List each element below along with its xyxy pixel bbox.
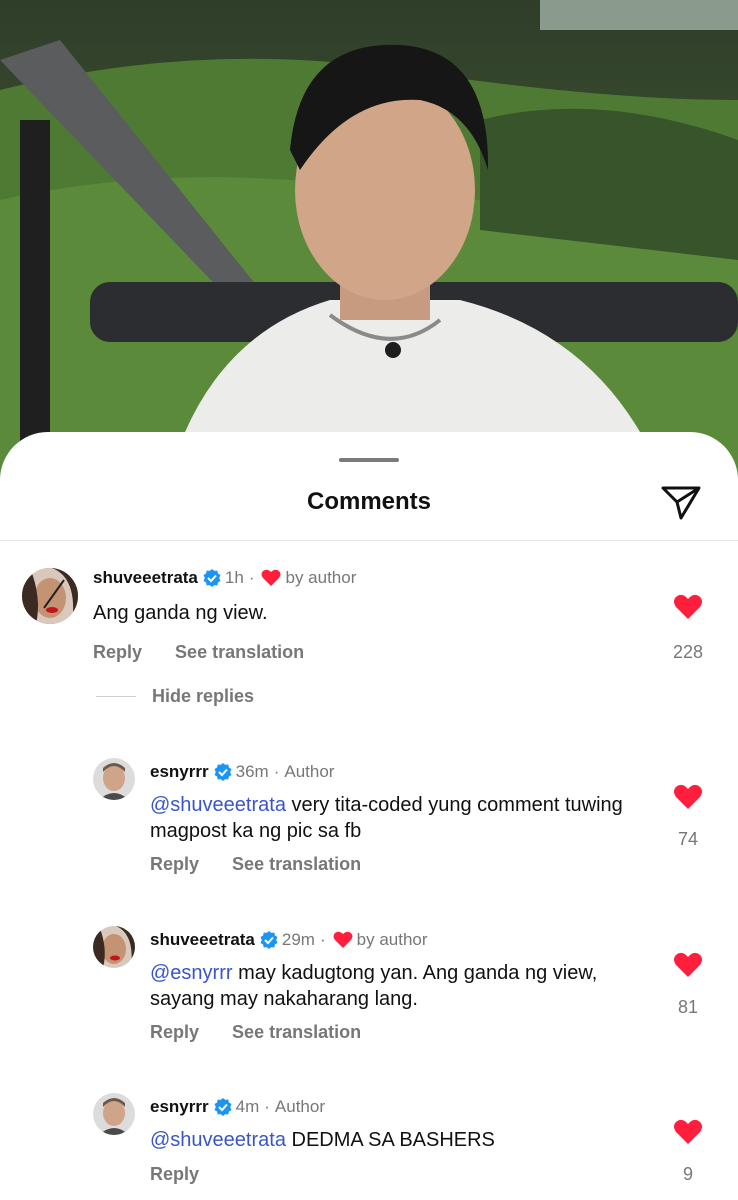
comment-time: 1h bbox=[224, 568, 244, 587]
share-icon[interactable] bbox=[660, 482, 702, 522]
mention-link[interactable]: @esnyrrr bbox=[150, 962, 233, 984]
like-heart-icon[interactable] bbox=[673, 784, 703, 810]
avatar[interactable] bbox=[93, 758, 135, 800]
avatar[interactable] bbox=[93, 1093, 135, 1135]
reply-button[interactable]: Reply bbox=[150, 854, 199, 874]
liked-by-author-badge: by author bbox=[356, 930, 428, 949]
reply-button[interactable]: Reply bbox=[150, 1164, 199, 1184]
like-count: 9 bbox=[682, 1164, 693, 1184]
comment-text: Ang ganda ng view. bbox=[93, 602, 268, 624]
heart-icon bbox=[261, 569, 281, 587]
verified-icon bbox=[203, 569, 221, 587]
reply-button[interactable]: Reply bbox=[93, 642, 142, 662]
comment-text: @shuveeetrata very tita-coded yung comme… bbox=[150, 792, 650, 844]
post-photo bbox=[0, 0, 738, 480]
see-translation-button[interactable]: See translation bbox=[175, 642, 304, 662]
comment-time: 36m bbox=[235, 762, 269, 781]
liked-by-author-badge: by author bbox=[285, 568, 357, 587]
comment-username[interactable]: shuveeetrata bbox=[150, 930, 255, 950]
author-badge: Author bbox=[274, 1097, 325, 1116]
like-count: 74 bbox=[677, 829, 699, 849]
comment-username[interactable]: esnyrrr bbox=[150, 762, 209, 782]
drag-handle[interactable] bbox=[339, 458, 399, 462]
like-heart-icon[interactable] bbox=[673, 952, 703, 978]
mention-link[interactable]: @shuveeetrata bbox=[150, 1129, 286, 1151]
comment-text: @esnyrrr may kadugtong yan. Ang ganda ng… bbox=[150, 960, 650, 1012]
hide-replies-label: Hide replies bbox=[152, 686, 255, 706]
like-heart-icon[interactable] bbox=[673, 594, 703, 620]
like-count: 228 bbox=[672, 642, 704, 662]
heart-icon bbox=[333, 931, 353, 949]
verified-icon bbox=[214, 1098, 232, 1116]
see-translation-button[interactable]: See translation bbox=[232, 854, 361, 874]
see-translation-button[interactable]: See translation bbox=[232, 1022, 361, 1042]
comments-sheet: Comments shuveeetrata 1h · by author Ang… bbox=[0, 432, 738, 1200]
verified-icon bbox=[260, 931, 278, 949]
divider bbox=[96, 696, 136, 697]
sheet-title: Comments bbox=[306, 488, 432, 515]
verified-icon bbox=[214, 763, 232, 781]
separator: · bbox=[319, 930, 326, 949]
separator: · bbox=[248, 568, 255, 587]
comment-body: DEDMA SA BASHERS bbox=[291, 1129, 495, 1151]
comment-text: @shuveeetrata DEDMA SA BASHERS bbox=[150, 1127, 650, 1153]
author-badge: Author bbox=[284, 762, 335, 781]
separator: · bbox=[264, 1097, 270, 1116]
avatar[interactable] bbox=[22, 568, 78, 624]
comment-username[interactable]: esnyrrr bbox=[150, 1097, 209, 1117]
hide-replies-button[interactable]: Hide replies bbox=[96, 686, 254, 707]
comment-time: 4m bbox=[235, 1097, 260, 1116]
comment-username[interactable]: shuveeetrata bbox=[93, 568, 198, 588]
like-count: 81 bbox=[677, 997, 699, 1017]
separator: · bbox=[273, 762, 280, 781]
divider bbox=[0, 540, 738, 541]
comment-time: 29m bbox=[281, 930, 315, 949]
reply-button[interactable]: Reply bbox=[150, 1022, 199, 1042]
avatar[interactable] bbox=[93, 926, 135, 968]
mention-link[interactable]: @shuveeetrata bbox=[150, 794, 286, 816]
like-heart-icon[interactable] bbox=[673, 1119, 703, 1145]
